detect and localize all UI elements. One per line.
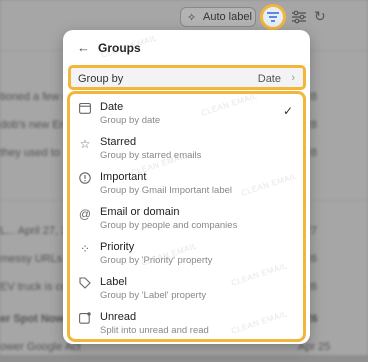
sparkle-tag-icon: ✧: [187, 12, 197, 24]
option-subtitle: Group by date: [100, 115, 161, 126]
email-snippet: they used to: [0, 147, 60, 159]
menu-title: Groups: [98, 41, 141, 55]
important-icon: [78, 172, 92, 186]
option-starred[interactable]: ☆ Starred Group by starred emails: [70, 135, 303, 169]
priority-icon: ⁘: [79, 242, 91, 256]
option-title: Priority: [100, 241, 135, 253]
group-options-list: Date Group by date ✓ ☆ Starred Group by …: [67, 91, 306, 342]
sliders-icon: [292, 10, 306, 24]
chevron-right-icon: ›: [291, 72, 295, 84]
option-label[interactable]: Label Group by 'Label' property: [70, 275, 303, 309]
option-subtitle: Group by starred emails: [100, 150, 202, 161]
back-arrow-icon[interactable]: ←: [77, 40, 90, 55]
option-title: Unread: [100, 311, 137, 323]
unread-icon: [78, 312, 92, 326]
option-title: Important: [100, 171, 147, 183]
group-by-label: Group by: [78, 73, 124, 85]
filter-lines-icon: [267, 12, 279, 22]
calendar-icon: [78, 102, 92, 116]
groups-menu: ← Groups Group by Date › Date Group by d…: [63, 30, 310, 344]
option-subtitle: Group by 'Priority' property: [100, 255, 213, 266]
option-title: Email or domain: [100, 206, 180, 218]
email-snippet: EV truck is co: [0, 281, 68, 293]
option-title: Label: [100, 276, 127, 288]
email-snippet: messy URLs a: [0, 253, 72, 265]
checkmark-icon: ✓: [282, 104, 293, 118]
menu-header: ← Groups: [63, 30, 310, 64]
option-unread[interactable]: Unread Split into unread and read: [70, 310, 303, 344]
option-subtitle: Split into unread and read: [100, 325, 209, 336]
option-title: Date: [100, 101, 124, 113]
option-title: Starred: [100, 136, 137, 148]
option-important[interactable]: Important Group by Gmail Important label: [70, 170, 303, 204]
option-date[interactable]: Date Group by date ✓: [70, 100, 303, 134]
star-icon: ☆: [79, 137, 91, 151]
auto-label-button[interactable]: ✧ Auto label: [180, 7, 256, 27]
sliders-button[interactable]: [291, 9, 307, 25]
option-subtitle: Group by 'Label' property: [100, 290, 207, 301]
email-snippet: er Spot Now!: [0, 313, 68, 325]
at-icon: @: [78, 207, 92, 221]
refresh-button[interactable]: ↻: [314, 8, 330, 24]
group-filter-button[interactable]: [260, 4, 286, 30]
option-subtitle: Group by Gmail Important label: [100, 185, 233, 196]
tag-icon: [78, 277, 92, 291]
refresh-icon: ↻: [314, 8, 326, 24]
option-subtitle: Group by people and companies: [100, 220, 238, 231]
option-email-or-domain[interactable]: @ Email or domain Group by people and co…: [70, 205, 303, 239]
option-priority[interactable]: ⁘ Priority Group by 'Priority' property: [70, 240, 303, 274]
auto-label-text: Auto label: [203, 11, 252, 23]
group-by-value: Date: [257, 73, 281, 85]
group-by-row[interactable]: Group by Date ›: [68, 65, 306, 90]
